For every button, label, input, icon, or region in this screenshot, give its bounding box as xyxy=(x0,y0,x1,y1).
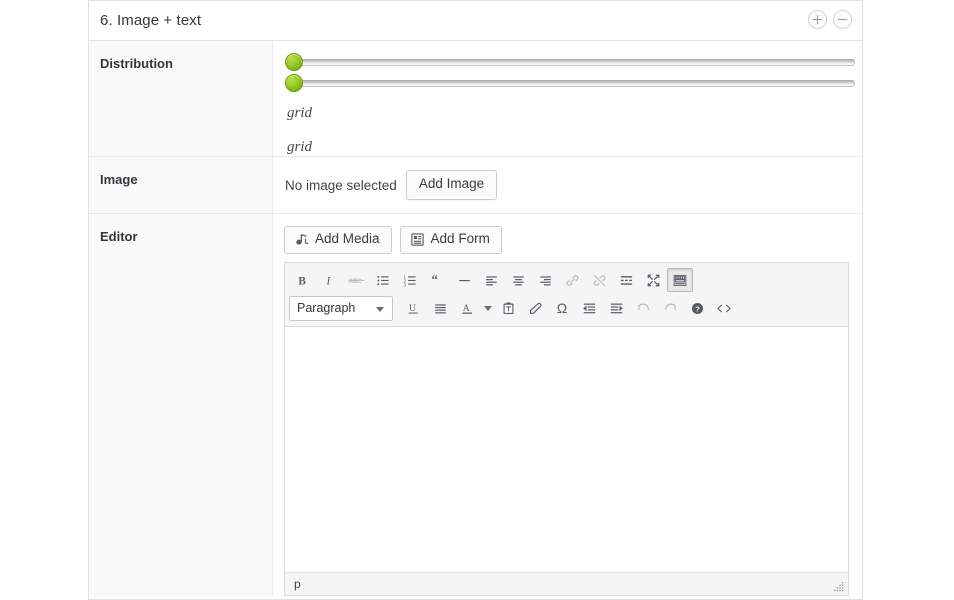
undo-button[interactable] xyxy=(630,296,656,320)
image-text-panel: 6. Image + text Distribution grid grid xyxy=(88,0,863,600)
row-image: Image No image selected Add Image xyxy=(89,157,862,214)
page-title: 6. Image + text xyxy=(100,12,201,29)
media-buttons: Add Media Add Form xyxy=(284,226,862,254)
text-color-button[interactable]: A xyxy=(454,296,480,320)
paste-as-text-button[interactable] xyxy=(495,296,521,320)
editor-field: Add Media Add Form xyxy=(273,214,862,596)
slider-track[interactable] xyxy=(289,59,855,66)
source-code-button[interactable] xyxy=(711,296,737,320)
toolbar-toggle-button[interactable] xyxy=(667,268,693,292)
align-right-button[interactable] xyxy=(532,268,558,292)
editor-statusbar: p xyxy=(285,572,848,595)
align-center-button[interactable] xyxy=(505,268,531,292)
svg-text:B: B xyxy=(298,275,306,287)
slider-track[interactable] xyxy=(289,80,855,87)
row-label-distribution: Distribution xyxy=(89,41,273,156)
add-form-button[interactable]: Add Form xyxy=(400,226,502,254)
bold-button[interactable]: B xyxy=(289,268,315,292)
media-icon xyxy=(294,232,309,247)
svg-text:ABC: ABC xyxy=(348,278,362,285)
distribution-field: grid grid xyxy=(273,41,862,156)
add-media-button[interactable]: Add Media xyxy=(284,226,392,254)
omega-glyph: Ω xyxy=(557,301,567,315)
svg-text:“: “ xyxy=(431,273,437,287)
row-label-image: Image xyxy=(89,157,273,213)
toolbar-row-1: B I ABC xyxy=(289,266,846,294)
bullet-list-button[interactable] xyxy=(370,268,396,292)
panel-header-buttons xyxy=(808,10,852,29)
underline-button[interactable]: U xyxy=(400,296,426,320)
editor-content-area[interactable] xyxy=(285,327,848,572)
numbered-list-button[interactable]: 1 2 3 xyxy=(397,268,423,292)
horizontal-rule-button[interactable] xyxy=(451,268,477,292)
element-path[interactable]: p xyxy=(294,577,301,591)
resize-handle[interactable] xyxy=(832,580,845,593)
no-image-selected-text: No image selected xyxy=(285,178,397,193)
editor-toolbar: B I ABC xyxy=(285,263,848,327)
outdent-button[interactable] xyxy=(576,296,602,320)
svg-text:3: 3 xyxy=(403,282,406,287)
format-select-value: Paragraph xyxy=(297,301,355,315)
read-more-button[interactable] xyxy=(613,268,639,292)
row-label-editor: Editor xyxy=(89,214,273,596)
redo-button[interactable] xyxy=(657,296,683,320)
format-select[interactable]: Paragraph xyxy=(289,296,393,321)
clear-formatting-button[interactable] xyxy=(522,296,548,320)
panel-header: 6. Image + text xyxy=(89,1,862,41)
insert-link-button[interactable] xyxy=(559,268,585,292)
strikethrough-button[interactable]: ABC xyxy=(343,268,369,292)
italic-button[interactable]: I xyxy=(316,268,342,292)
image-field: No image selected Add Image xyxy=(273,157,862,213)
text-color-dropdown[interactable] xyxy=(481,296,494,320)
chevron-down-icon xyxy=(484,306,492,311)
blockquote-button[interactable]: “ xyxy=(424,268,450,292)
add-form-label: Add Form xyxy=(431,232,490,247)
remove-row-button[interactable] xyxy=(833,10,852,29)
align-left-button[interactable] xyxy=(478,268,504,292)
grid-label-1: grid xyxy=(285,105,862,122)
plus-circle-icon-bar xyxy=(817,15,818,24)
grid-label-2: grid xyxy=(285,139,862,156)
toolbar-row-2: Paragraph U xyxy=(289,294,846,322)
svg-text:?: ? xyxy=(695,304,700,313)
rich-text-editor: B I ABC xyxy=(284,262,849,596)
add-row-button[interactable] xyxy=(808,10,827,29)
justify-button[interactable] xyxy=(427,296,453,320)
svg-text:I: I xyxy=(325,275,331,287)
fullscreen-button[interactable] xyxy=(640,268,666,292)
slider-handle[interactable] xyxy=(285,74,303,92)
slider-handle[interactable] xyxy=(285,53,303,71)
row-editor: Editor Add Media xyxy=(89,214,862,596)
chevron-down-icon xyxy=(376,307,384,312)
distribution-slider-2[interactable] xyxy=(285,74,855,92)
minus-circle-icon xyxy=(838,19,847,20)
help-button[interactable]: ? xyxy=(684,296,710,320)
add-media-label: Add Media xyxy=(315,232,380,247)
remove-link-button[interactable] xyxy=(586,268,612,292)
svg-text:U: U xyxy=(409,303,416,314)
add-image-button[interactable]: Add Image xyxy=(406,170,497,200)
distribution-slider-1[interactable] xyxy=(285,53,855,71)
special-character-button[interactable]: Ω xyxy=(549,296,575,320)
row-distribution: Distribution grid grid xyxy=(89,41,862,157)
form-icon xyxy=(410,232,425,247)
indent-button[interactable] xyxy=(603,296,629,320)
